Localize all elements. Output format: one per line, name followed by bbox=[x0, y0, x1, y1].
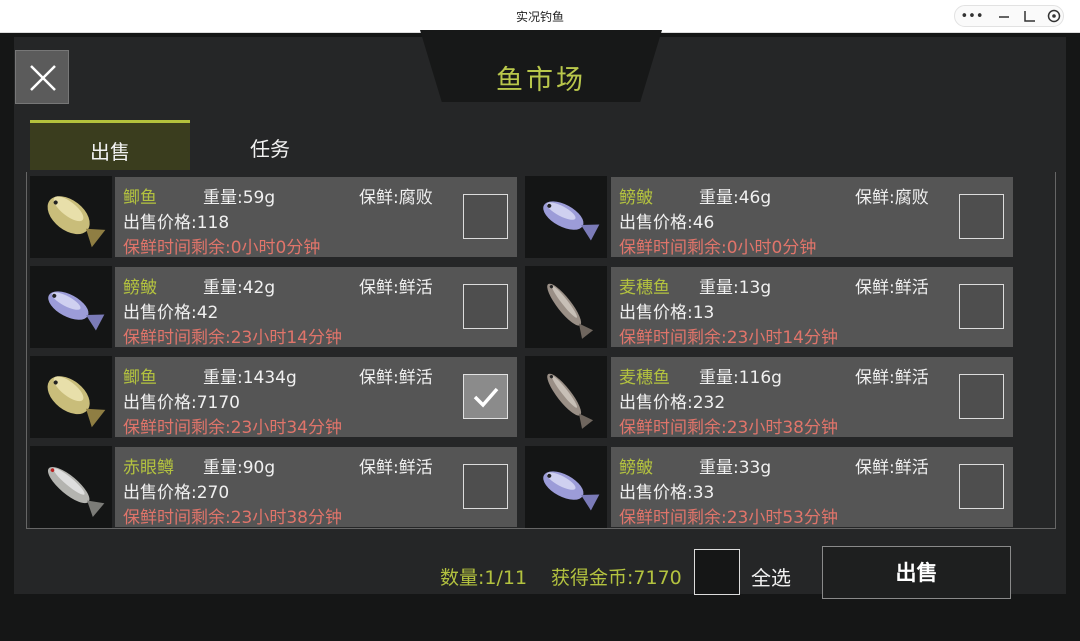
fish-freshness: 保鲜:腐败 bbox=[855, 188, 929, 208]
select-all-checkbox[interactable] bbox=[694, 549, 740, 595]
close-window-icon[interactable] bbox=[1042, 5, 1066, 27]
list-item[interactable]: 鳑鲏 重量:46g 保鲜:腐败 出售价格:46 保鲜时间剩余:0小时0分钟 bbox=[611, 177, 1013, 258]
bitterling-icon bbox=[30, 266, 112, 348]
fish-remaining-time: 保鲜时间剩余:23小时38分钟 bbox=[619, 418, 838, 438]
bitterling-icon bbox=[525, 176, 607, 258]
close-icon bbox=[30, 65, 56, 91]
fish-name: 麦穗鱼 bbox=[619, 278, 670, 298]
fish-remaining-time: 保鲜时间剩余:23小时14分钟 bbox=[123, 328, 342, 348]
fish-name: 鲫鱼 bbox=[123, 368, 157, 388]
page-title: 鱼市场 bbox=[496, 65, 586, 96]
fish-weight: 重量:116g bbox=[699, 368, 782, 388]
list-item[interactable]: 麦穗鱼 重量:13g 保鲜:鲜活 出售价格:13 保鲜时间剩余:23小时14分钟 bbox=[611, 267, 1013, 348]
fish-remaining-time: 保鲜时间剩余:23小时14分钟 bbox=[619, 328, 838, 348]
sell-button[interactable]: 出售 bbox=[822, 546, 1011, 599]
fish-remaining-time: 保鲜时间剩余:23小时34分钟 bbox=[123, 418, 342, 438]
fish-freshness: 保鲜:鲜活 bbox=[359, 458, 433, 478]
window-title: 实况钓鱼 bbox=[515, 10, 564, 24]
item-checkbox[interactable] bbox=[959, 374, 1004, 419]
fish-remaining-time: 保鲜时间剩余:23小时38分钟 bbox=[123, 508, 342, 528]
fish-weight: 重量:42g bbox=[203, 278, 276, 298]
fish-name: 麦穗鱼 bbox=[619, 368, 670, 388]
fish-price: 出售价格:42 bbox=[123, 303, 219, 323]
list-item[interactable]: 鲫鱼 重量:59g 保鲜:腐败 出售价格:118 保鲜时间剩余:0小时0分钟 bbox=[115, 177, 517, 258]
fish-weight: 重量:1434g bbox=[203, 368, 297, 388]
fish-name: 鳑鲏 bbox=[619, 188, 653, 208]
fish-price: 出售价格:13 bbox=[619, 303, 715, 323]
fish-remaining-time: 保鲜时间剩余:0小时0分钟 bbox=[123, 238, 321, 258]
barbel-chub-icon bbox=[30, 446, 112, 528]
crucian-carp-icon bbox=[30, 356, 112, 438]
tab-task[interactable]: 任务 bbox=[190, 120, 350, 170]
select-all-label[interactable]: 全选 bbox=[751, 562, 791, 591]
crucian-carp-icon bbox=[30, 176, 112, 258]
fish-name: 鲫鱼 bbox=[123, 188, 157, 208]
selected-count: 数量:1/11 bbox=[440, 567, 528, 589]
fish-freshness: 保鲜:鲜活 bbox=[359, 368, 433, 388]
fish-name: 赤眼鳟 bbox=[123, 458, 174, 478]
item-checkbox[interactable] bbox=[463, 284, 508, 329]
restore-icon[interactable] bbox=[1018, 5, 1042, 27]
more-icon[interactable]: ••• bbox=[958, 5, 986, 27]
fish-remaining-time: 保鲜时间剩余:0小时0分钟 bbox=[619, 238, 817, 258]
fish-weight: 重量:59g bbox=[203, 188, 276, 208]
fish-weight: 重量:13g bbox=[699, 278, 772, 298]
stone-moroko-icon bbox=[525, 356, 607, 438]
fish-weight: 重量:46g bbox=[699, 188, 772, 208]
fish-freshness: 保鲜:鲜活 bbox=[855, 278, 929, 298]
gold-earned: 获得金币:7170 bbox=[551, 567, 682, 589]
item-checkbox-checked[interactable] bbox=[463, 374, 508, 419]
fish-name: 鳑鲏 bbox=[123, 278, 157, 298]
fish-price: 出售价格:232 bbox=[619, 393, 726, 413]
fish-freshness: 保鲜:鲜活 bbox=[359, 278, 433, 298]
item-checkbox[interactable] bbox=[463, 464, 508, 509]
fish-freshness: 保鲜:鲜活 bbox=[855, 368, 929, 388]
item-checkbox[interactable] bbox=[959, 194, 1004, 239]
list-item[interactable]: 鳑鲏 重量:42g 保鲜:鲜活 出售价格:42 保鲜时间剩余:23小时14分钟 bbox=[115, 267, 517, 348]
stone-moroko-icon bbox=[525, 266, 607, 348]
item-checkbox[interactable] bbox=[463, 194, 508, 239]
window-titlebar: 实况钓鱼 ••• bbox=[0, 0, 1080, 33]
fish-weight: 重量:90g bbox=[203, 458, 276, 478]
fish-freshness: 保鲜:腐败 bbox=[359, 188, 433, 208]
fish-price: 出售价格:33 bbox=[619, 483, 715, 503]
fish-weight: 重量:33g bbox=[699, 458, 772, 478]
list-item[interactable]: 鲫鱼 重量:1434g 保鲜:鲜活 出售价格:7170 保鲜时间剩余:23小时3… bbox=[115, 357, 517, 438]
list-item[interactable]: 麦穗鱼 重量:116g 保鲜:鲜活 出售价格:232 保鲜时间剩余:23小时38… bbox=[611, 357, 1013, 438]
list-item[interactable]: 鳑鲏 重量:33g 保鲜:鲜活 出售价格:33 保鲜时间剩余:23小时53分钟 bbox=[611, 447, 1013, 528]
list-item[interactable]: 赤眼鳟 重量:90g 保鲜:鲜活 出售价格:270 保鲜时间剩余:23小时38分… bbox=[115, 447, 517, 528]
item-checkbox[interactable] bbox=[959, 284, 1004, 329]
fish-freshness: 保鲜:鲜活 bbox=[855, 458, 929, 478]
fish-price: 出售价格:46 bbox=[619, 213, 715, 233]
fish-price: 出售价格:7170 bbox=[123, 393, 240, 413]
minimize-icon[interactable] bbox=[992, 5, 1016, 27]
fish-price: 出售价格:270 bbox=[123, 483, 230, 503]
checkmark-icon bbox=[473, 387, 499, 408]
fish-remaining-time: 保鲜时间剩余:23小时53分钟 bbox=[619, 508, 838, 528]
item-checkbox[interactable] bbox=[959, 464, 1004, 509]
tab-sell[interactable]: 出售 bbox=[30, 120, 190, 170]
fish-price: 出售价格:118 bbox=[123, 213, 230, 233]
bitterling-icon bbox=[525, 446, 607, 528]
fish-name: 鳑鲏 bbox=[619, 458, 653, 478]
close-button[interactable] bbox=[15, 50, 69, 104]
